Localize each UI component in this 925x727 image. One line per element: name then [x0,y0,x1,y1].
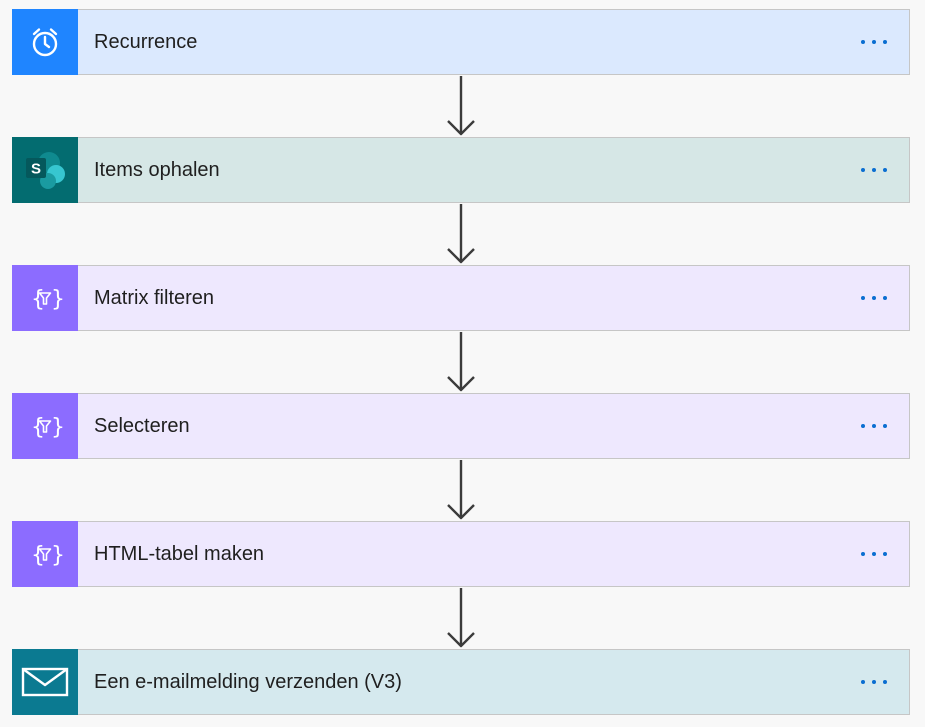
more-dots-icon [861,680,887,684]
more-dots-icon [861,424,887,428]
more-dots-icon [861,296,887,300]
more-options-button[interactable] [849,650,899,714]
step-title: Recurrence [94,30,198,53]
alarm-clock-icon [32,28,58,57]
down-arrow-icon [447,332,475,392]
flow-step-items-ophalen[interactable]: S Items ophalen [12,137,910,203]
svg-text:S: S [31,161,41,178]
down-arrow-icon [447,76,475,136]
down-arrow-icon [447,460,475,520]
data-operation-icon-tile: { } [12,393,78,459]
more-options-button[interactable] [849,522,899,586]
step-title: Selecteren [94,414,190,437]
svg-text:}: } [51,415,63,440]
sharepoint-icon-tile: S [12,137,78,203]
more-dots-icon [861,40,887,44]
step-title: HTML-tabel maken [94,542,265,565]
more-options-button[interactable] [849,138,899,202]
mail-icon-tile [12,649,78,715]
flow-step-selecteren[interactable]: { } Selecteren [12,393,910,459]
more-options-button[interactable] [849,394,899,458]
flow-step-send-email-notification[interactable]: Een e-mailmelding verzenden (V3) [12,649,910,715]
data-operation-icon: { } [31,543,63,568]
svg-text:}: } [51,543,63,568]
flow-step-html-tabel-maken[interactable]: { } HTML-tabel maken [12,521,910,587]
step-title: Items ophalen [94,158,220,181]
data-operation-icon: { } [31,287,63,312]
data-operation-icon-tile: { } [12,265,78,331]
step-title: Matrix filteren [94,286,215,309]
data-operation-icon: { } [31,415,63,440]
down-arrow-icon [447,204,475,264]
recurrence-icon-tile [12,9,78,75]
more-dots-icon [861,552,887,556]
flow-step-recurrence[interactable]: Recurrence [12,9,910,75]
svg-text:}: } [51,287,63,312]
flow-step-matrix-filteren[interactable]: { } Matrix filteren [12,265,910,331]
data-operation-icon-tile: { } [12,521,78,587]
more-options-button[interactable] [849,10,899,74]
more-dots-icon [861,168,887,172]
down-arrow-icon [447,588,475,648]
sharepoint-icon: S [26,152,65,189]
step-title: Een e-mailmelding verzenden (V3) [94,670,402,693]
mail-icon [21,667,69,697]
more-options-button[interactable] [849,266,899,330]
